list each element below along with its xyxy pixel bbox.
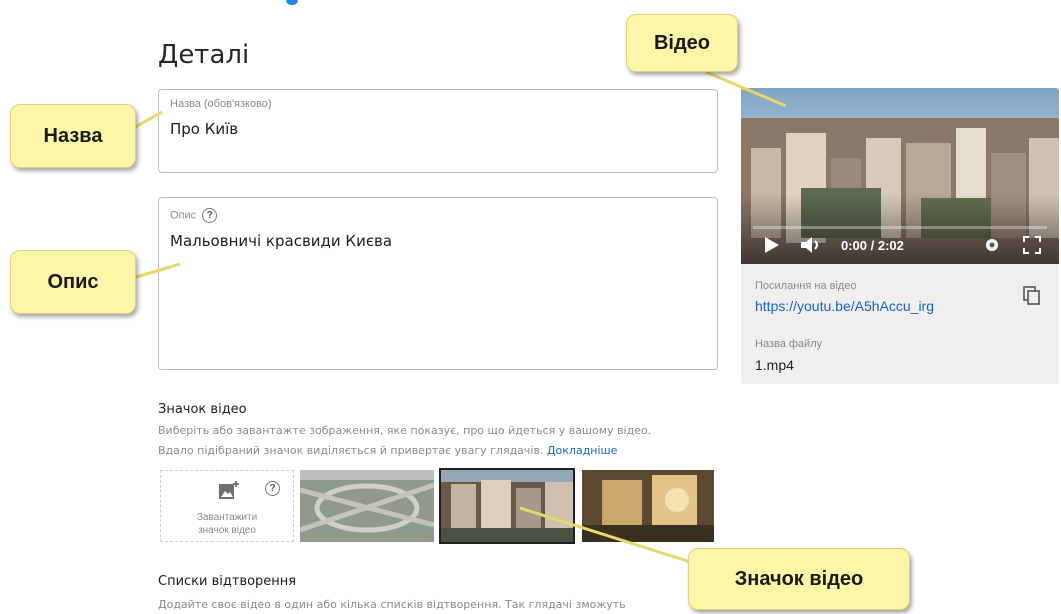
callout-video: Відео	[626, 14, 738, 72]
callout-thumbnail: Значок відео	[688, 548, 910, 610]
callout-description: Опис	[10, 250, 136, 314]
callout-title: Назва	[10, 104, 136, 168]
callout-connectors	[129, 70, 787, 567]
